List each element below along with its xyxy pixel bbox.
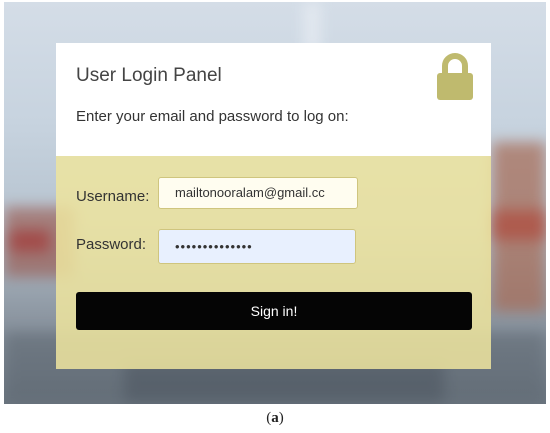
sign-in-button[interactable]: Sign in! <box>76 292 472 330</box>
panel-subtitle: Enter your email and password to log on: <box>76 108 349 125</box>
password-label: Password: <box>76 236 147 253</box>
username-label: Username: <box>76 188 150 205</box>
figure-caption: (a) <box>266 410 284 426</box>
password-input[interactable]: •••••••••••••• <box>158 229 356 264</box>
login-panel-header: User Login Panel Enter your email and pa… <box>56 43 491 156</box>
lock-icon <box>437 53 473 100</box>
login-panel: User Login Panel Enter your email and pa… <box>56 43 491 369</box>
panel-title: User Login Panel <box>76 65 222 86</box>
username-input[interactable]: mailtonooralam@gmail.cc <box>158 177 358 209</box>
